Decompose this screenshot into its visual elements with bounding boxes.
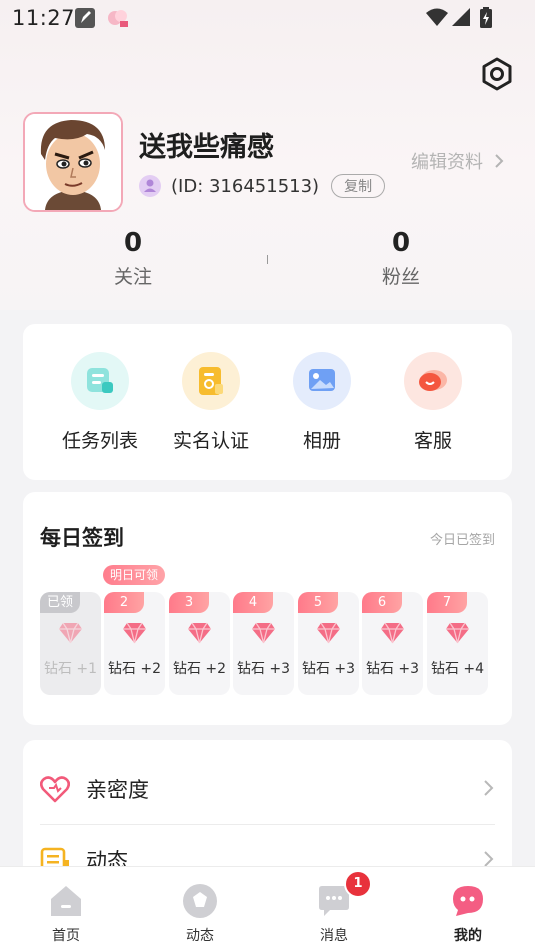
menu-divider [40,824,495,825]
chevron-right-icon [495,154,504,168]
signin-day[interactable]: 4 钻石 +3 [233,592,294,695]
followers-count: 0 [391,228,411,258]
moments-icon [183,884,217,918]
user-id: (ID: 316451513) [171,175,320,197]
menu-item-intimacy[interactable]: 亲密度 [40,759,495,819]
diamond-icon [381,622,404,644]
customer-service-icon [404,352,462,410]
edit-profile-button[interactable]: 编辑资料 [411,148,507,174]
quick-action-label: 任务列表 [61,430,138,452]
status-bar: 11:27 [0,0,535,36]
day-reward: 钻石 +4 [430,661,485,677]
day-tag: 3 [169,592,209,613]
notepad-icon [75,8,95,28]
following-count: 0 [123,228,143,258]
signal-icon [452,8,470,26]
tomorrow-claimable-badge: 明日可领 [103,565,166,585]
album-icon [293,352,351,410]
day-tag: 5 [298,592,338,613]
quick-action-id-verify[interactable]: 实名认证 [161,352,261,453]
diamond-icon [59,622,82,644]
quick-action-label: 实名认证 [172,430,249,452]
chevron-right-icon [484,780,494,796]
day-reward: 钻石 +3 [236,661,291,677]
edit-profile-label: 编辑资料 [411,152,483,173]
day-reward: 钻石 +2 [107,661,162,677]
quick-action-task-list[interactable]: 任务列表 [50,352,150,453]
nav-tab-moments[interactable]: 动态 [160,867,240,952]
message-badge: 1 [344,870,372,898]
signin-day[interactable]: 6 钻石 +3 [362,592,423,695]
avatar[interactable] [23,112,123,212]
signin-day[interactable]: 5 钻石 +3 [298,592,359,695]
user-id-row: (ID: 316451513) 复制 [139,172,386,200]
day-reward: 钻石 +3 [365,661,420,677]
quick-actions-card: 任务列表 实名认证 相册 客服 [23,324,512,480]
followers-stat[interactable]: 0 粉丝 [361,228,441,289]
bottom-nav: 首页 动态 消息 我的 [0,866,535,952]
profile-icon [453,886,483,916]
nav-tab-home[interactable]: 首页 [26,867,106,952]
copy-id-button[interactable]: 复制 [331,174,386,198]
diamond-icon [317,622,340,644]
id-verify-icon [182,352,240,410]
home-icon [51,886,81,916]
menu-item-label: 亲密度 [86,778,149,802]
wifi-icon [426,8,448,26]
day-reward: 钻石 +2 [172,661,227,677]
day-tag: 已领 [40,592,80,613]
day-tag: 2 [104,592,144,613]
quick-action-customer-service[interactable]: 客服 [383,352,483,453]
signin-day[interactable]: 2 钻石 +2 [104,592,165,695]
quick-action-label: 相册 [302,430,341,452]
stats-divider [267,255,268,264]
daily-signin-card: 每日签到 今日已签到 已领 钻石 +1 2 钻石 +2 3 钻石 +2 4 钻石… [23,492,512,725]
nav-tab-label: 动态 [186,928,214,944]
signin-day[interactable]: 7 钻石 +4 [427,592,488,695]
battery-icon [480,7,492,28]
signin-title: 每日签到 [40,526,124,550]
settings-icon[interactable] [479,56,515,92]
menu-card: 亲密度 动态 [23,740,512,880]
following-stat[interactable]: 0 关注 [93,228,173,289]
avatar-image [25,114,121,210]
diamond-icon [123,622,146,644]
nav-tab-label: 我的 [454,928,482,944]
diamond-icon [446,622,469,644]
username: 送我些痛感 [139,132,274,163]
day-reward: 钻石 +3 [301,661,356,677]
task-list-icon [71,352,129,410]
day-tag: 4 [233,592,273,613]
nav-tab-label: 首页 [52,928,80,944]
heart-icon [40,776,70,803]
day-tag: 7 [427,592,467,613]
status-time: 11:27 [12,6,76,30]
diamond-icon [252,622,275,644]
nav-tab-profile[interactable]: 我的 [428,867,508,952]
nav-tab-label: 消息 [320,928,348,944]
diamond-icon [188,622,211,644]
quick-action-album[interactable]: 相册 [272,352,372,453]
quick-action-label: 客服 [413,430,452,452]
signin-status: 今日已签到 [429,533,495,548]
signin-day[interactable]: 已领 钻石 +1 [40,592,101,695]
followers-label: 粉丝 [381,266,420,288]
day-tag: 6 [362,592,402,613]
following-label: 关注 [113,266,152,288]
day-reward: 钻石 +1 [43,661,98,677]
user-level-icon [139,175,161,197]
signin-day[interactable]: 3 钻石 +2 [169,592,230,695]
app-notification-icon [108,10,128,27]
